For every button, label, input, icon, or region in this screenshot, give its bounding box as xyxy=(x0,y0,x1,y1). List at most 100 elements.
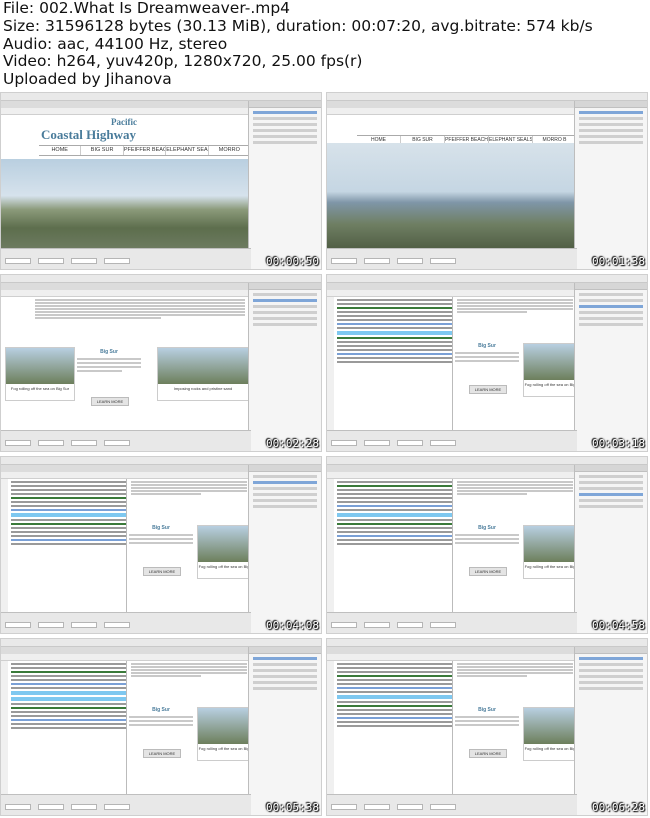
learn-more-button[interactable]: LEARN MORE xyxy=(469,749,507,758)
nav-home[interactable]: HOME xyxy=(39,146,82,155)
nav-elephant-seals[interactable]: ELEPHANT SEALS xyxy=(166,146,209,155)
design-view: Big Sur LEARN MORE Fog rolling off the s… xyxy=(453,479,577,615)
nav-big-sur[interactable]: BIG SUR xyxy=(81,146,124,155)
document-toolbar xyxy=(1,654,251,661)
css-panel xyxy=(248,283,321,451)
menu-bar xyxy=(327,639,647,654)
properties-panel xyxy=(327,612,577,633)
hero-image xyxy=(1,159,251,251)
thumbnail-3[interactable]: Fog rolling off the sea on Big Sur Big S… xyxy=(0,274,322,452)
split-view: Big Sur LEARN MORE Fog rolling off the s… xyxy=(327,479,577,615)
big-sur-blurb: Big Sur xyxy=(129,525,193,546)
properties-panel xyxy=(1,248,251,269)
big-sur-blurb: Big Sur xyxy=(455,707,519,728)
blurb-title: Big Sur xyxy=(478,525,496,531)
document-toolbar xyxy=(327,290,577,297)
thumbnail-8[interactable]: Big Sur LEARN MORE Fog rolling off the s… xyxy=(326,638,648,816)
code-view[interactable] xyxy=(1,479,127,615)
card-fog: Fog rolling off the sea on Big xyxy=(523,707,577,761)
thumbnail-1[interactable]: Pacific Coastal Highway HOME BIG SUR PFE… xyxy=(0,92,322,270)
learn-more-button[interactable]: LEARN MORE xyxy=(143,567,181,576)
blurb-title: Big Sur xyxy=(478,707,496,713)
document-toolbar xyxy=(327,108,577,115)
document-tabs xyxy=(327,283,577,297)
big-sur-blurb: Big Sur xyxy=(455,343,519,364)
thumbnail-6[interactable]: Big Sur LEARN MORE Fog rolling off the s… xyxy=(326,456,648,634)
card-fog: Fog rolling off the sea on Big xyxy=(523,343,577,397)
timestamp: 00:03:18 xyxy=(592,437,645,450)
design-view: Big Sur LEARN MORE Fog rolling off the s… xyxy=(127,479,251,615)
files-panel xyxy=(574,647,647,815)
nav-morro[interactable]: MORRO xyxy=(209,146,251,155)
card-fog: Fog rolling off the sea on Big xyxy=(523,525,577,579)
menu-bar xyxy=(1,639,321,654)
menu-bar xyxy=(1,457,321,472)
properties-panel xyxy=(327,430,577,451)
insert-panel xyxy=(248,647,321,815)
code-view[interactable] xyxy=(327,479,453,615)
big-sur-blurb: Big Sur xyxy=(77,349,141,374)
split-view: Big Sur LEARN MORE Fog rolling off the s… xyxy=(327,297,577,433)
design-view: Pacific Coastal Highway HOME BIG SUR PFE… xyxy=(1,115,251,251)
learn-more-button[interactable]: LEARN MORE xyxy=(143,749,181,758)
document-tabs xyxy=(327,647,577,661)
audio-info-line: Audio: aac, 44100 Hz, stereo xyxy=(3,34,228,53)
video-info-line: Video: h264, yuv420p, 1280x720, 25.00 fp… xyxy=(3,52,363,71)
menu-bar xyxy=(327,93,647,108)
timestamp: 00:02:28 xyxy=(266,437,319,450)
learn-more-button[interactable]: LEARN MORE xyxy=(469,567,507,576)
design-view: Big Sur LEARN MORE Fog rolling off the s… xyxy=(127,661,251,797)
card-caption: Fog rolling off the sea on Big xyxy=(524,746,576,751)
hero-image xyxy=(327,143,577,251)
card-fog: Fog rolling off the sea on Big Sur xyxy=(5,347,75,401)
thumbnail-4[interactable]: Big Sur LEARN MORE Fog rolling off the s… xyxy=(326,274,648,452)
design-view: HOME BIG SUR PFEIFFER BEACH ELEPHANT SEA… xyxy=(327,115,577,251)
timestamp: 00:01:38 xyxy=(592,255,645,268)
card-rocks: Imposing rocks and pristine sand xyxy=(157,347,249,401)
properties-panel xyxy=(1,430,251,451)
properties-panel xyxy=(1,794,251,815)
body-text xyxy=(35,299,245,320)
menu-bar xyxy=(1,275,321,290)
document-tabs xyxy=(1,465,251,479)
learn-more-button[interactable]: LEARN MORE xyxy=(469,385,507,394)
site-logo-pacific: Pacific xyxy=(111,117,137,127)
timestamp: 00:04:08 xyxy=(266,619,319,632)
code-view[interactable] xyxy=(327,297,453,433)
card-caption: Fog rolling off the sea on Big xyxy=(524,382,576,387)
thumbnail-2[interactable]: HOME BIG SUR PFEIFFER BEACH ELEPHANT SEA… xyxy=(326,92,648,270)
timestamp: 00:04:58 xyxy=(592,619,645,632)
nav-pfeiffer-beach[interactable]: PFEIFFER BEACH xyxy=(124,146,167,155)
menu-bar xyxy=(327,457,647,472)
files-panel xyxy=(248,101,321,269)
timestamp: 00:05:38 xyxy=(266,801,319,814)
files-panel xyxy=(574,101,647,269)
split-view: Big Sur LEARN MORE Fog rolling off the s… xyxy=(1,479,251,615)
big-sur-blurb: Big Sur xyxy=(129,707,193,728)
document-toolbar xyxy=(327,654,577,661)
document-toolbar xyxy=(1,472,251,479)
code-view[interactable] xyxy=(327,661,453,797)
thumbnail-7[interactable]: Big Sur LEARN MORE Fog rolling off the s… xyxy=(0,638,322,816)
document-toolbar xyxy=(1,108,251,115)
split-view: Big Sur LEARN MORE Fog rolling off the s… xyxy=(327,661,577,797)
site-logo-highway: Coastal Highway xyxy=(41,127,136,142)
card-fog: Fog rolling off the sea on Big xyxy=(197,525,251,579)
blurb-title: Big Sur xyxy=(478,343,496,349)
properties-panel xyxy=(1,612,251,633)
thumbnail-grid: Pacific Coastal Highway HOME BIG SUR PFE… xyxy=(0,92,650,818)
timestamp: 00:06:28 xyxy=(592,801,645,814)
file-name-line: File: 002.What Is Dreamweaver-.mp4 xyxy=(3,0,291,17)
document-tabs xyxy=(327,101,577,115)
document-tabs xyxy=(327,465,577,479)
card-caption: Fog rolling off the sea on Big xyxy=(198,564,250,569)
thumbnail-5[interactable]: Big Sur LEARN MORE Fog rolling off the s… xyxy=(0,456,322,634)
document-toolbar xyxy=(327,472,577,479)
document-tabs xyxy=(1,101,251,115)
uploader-line: Uploaded by Jihanova xyxy=(3,70,172,89)
learn-more-button[interactable]: LEARN MORE xyxy=(91,397,129,406)
code-view[interactable] xyxy=(1,661,127,797)
document-tabs xyxy=(1,283,251,297)
menu-bar xyxy=(327,275,647,290)
video-info-header: File: 002.What Is Dreamweaver-.mp4 Size:… xyxy=(0,0,650,92)
